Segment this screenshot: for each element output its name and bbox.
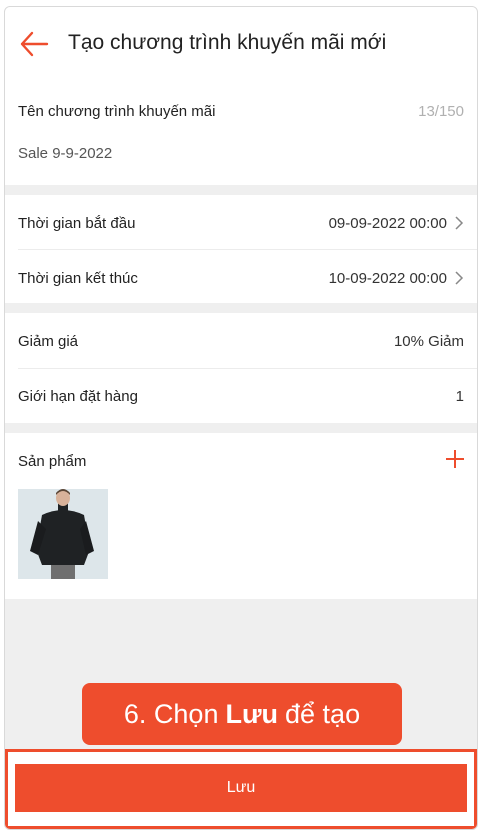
tooltip-suffix: để tạo [285, 698, 361, 729]
chevron-right-icon [455, 271, 464, 285]
order-limit-value: 1 [455, 388, 464, 405]
instruction-tooltip: 6. Chọn Lưu để tạo [82, 683, 402, 745]
app-header: Tạo chương trình khuyến mãi mới [5, 7, 477, 83]
tooltip-prefix: 6. Chọn [123, 698, 219, 729]
products-section: Sản phẩm [5, 433, 477, 599]
end-time-label: Thời gian kết thúc [18, 270, 138, 287]
chevron-right-icon [455, 216, 464, 230]
start-time-value: 09-09-2022 00:00 [328, 215, 447, 232]
product-image [18, 489, 108, 579]
save-button[interactable]: Lưu [15, 764, 467, 812]
tooltip-bold: Lưu [225, 698, 279, 729]
phone-frame: Tạo chương trình khuyến mãi mới Tên chươ… [4, 6, 478, 830]
order-limit-label: Giới hạn đặt hàng [18, 388, 138, 405]
start-time-label: Thời gian bắt đầu [18, 215, 136, 232]
discount-value: 10% Giảm [393, 333, 464, 350]
discount-label: Giảm giá [18, 333, 79, 350]
char-counter: 13/150 [418, 103, 464, 120]
end-time-value: 10-09-2022 00:00 [328, 270, 447, 287]
promotion-name-section: Tên chương trình khuyến mãi 13/150 Sale … [5, 83, 477, 185]
promotion-name-input[interactable]: Sale 9-9-2022 [18, 145, 112, 162]
products-label: Sản phẩm [18, 453, 87, 470]
time-section: Thời gian bắt đầu 09-09-2022 00:00 Thời … [5, 195, 477, 303]
divider [18, 249, 477, 250]
promotion-name-label: Tên chương trình khuyến mãi [18, 103, 216, 120]
divider [18, 368, 477, 369]
discount-section: Giảm giá 10% Giảm Giới hạn đặt hàng 1 [5, 313, 477, 423]
add-product-plus-icon[interactable] [445, 449, 465, 469]
back-arrow-icon[interactable] [19, 31, 49, 57]
product-thumbnail[interactable] [18, 489, 108, 579]
bottom-action-bar: Lưu [5, 749, 477, 829]
page-title: Tạo chương trình khuyến mãi mới [68, 31, 387, 54]
